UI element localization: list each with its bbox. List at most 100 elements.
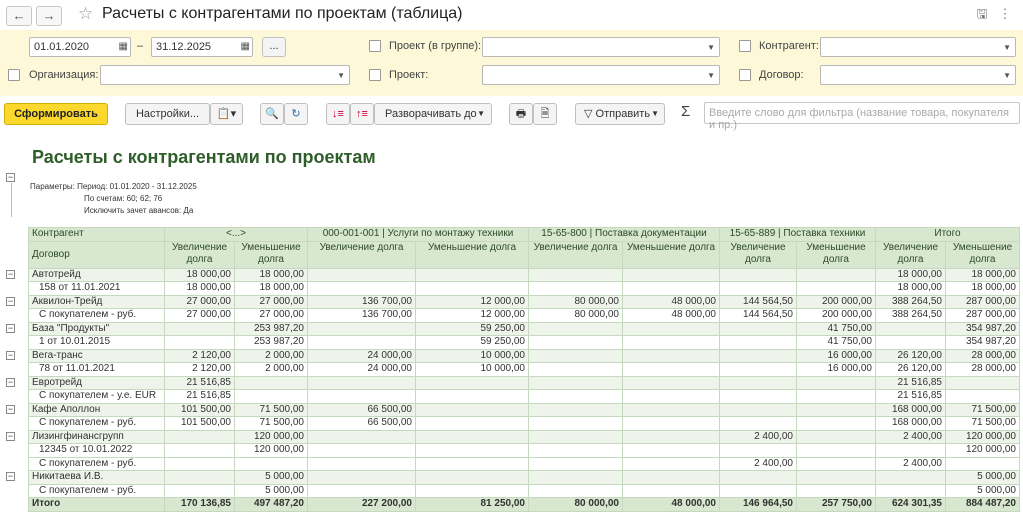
contract-checkbox[interactable] <box>739 69 751 81</box>
value-cell: 16 000,00 <box>796 362 876 377</box>
send-button[interactable]: ▽ Отправить ▼ <box>575 103 665 125</box>
value-cell <box>307 389 416 404</box>
param-line: Параметры: Период: 01.01.2020 - 31.12.20… <box>30 182 197 191</box>
total-cell: 81 250,00 <box>415 497 529 512</box>
search-next-button[interactable]: ↻ <box>284 103 308 125</box>
value-cell: 48 000,00 <box>622 308 720 323</box>
counterparty-checkbox[interactable] <box>739 40 751 52</box>
sort-asc-button[interactable]: ↓≡ <box>326 103 350 125</box>
collapse-group-icon[interactable]: − <box>6 297 15 306</box>
chevron-down-icon: ▼ <box>337 71 345 80</box>
collapse-group-icon[interactable]: − <box>6 405 15 414</box>
value-cell: 24 000,00 <box>307 348 416 363</box>
forward-button[interactable]: → <box>36 6 62 26</box>
contract-row[interactable]: С покупателем - у.е. EUR 21 516,85 21 516,… <box>28 389 1020 404</box>
row-label: База "Продукты" <box>28 321 165 336</box>
search-button[interactable]: 🔍 <box>260 103 284 125</box>
period-select-button[interactable]: ... <box>262 37 286 57</box>
column-header: Уменьшение долга <box>796 240 876 269</box>
row-label: 1 от 10.01.2015 <box>28 335 165 350</box>
calendar-icon[interactable]: ▦ <box>241 40 250 54</box>
value-cell <box>415 267 529 282</box>
save-icon[interactable]: 🖫 <box>975 7 989 21</box>
value-cell <box>415 456 529 471</box>
contract-row[interactable]: 1 от 10.01.2015 253 987,20 59 250,00 41 750… <box>28 335 1020 350</box>
sort-desc-button[interactable]: ↑≡ <box>350 103 374 125</box>
value-cell <box>622 443 720 458</box>
favorite-star-icon[interactable]: ☆ <box>78 4 93 24</box>
back-button[interactable]: ← <box>6 6 32 26</box>
value-cell: 24 000,00 <box>307 362 416 377</box>
project-checkbox[interactable] <box>369 69 381 81</box>
variants-button[interactable]: 📋▾ <box>210 103 243 125</box>
contract-row[interactable]: С покупателем - руб. 2 400,00 2 400,00 <box>28 456 1020 471</box>
window-title: Расчеты с контрагентами по проектам (таб… <box>102 5 463 22</box>
counterparty-row[interactable]: Лизингфинансгрупп 120 000,00 2 400,00 2 400… <box>28 429 1020 444</box>
value-cell <box>528 416 623 431</box>
contract-row[interactable]: 12345 от 10.01.2022 120 000,00 120 000,00 <box>28 443 1020 458</box>
value-cell <box>796 456 876 471</box>
value-cell <box>796 389 876 404</box>
collapse-group-icon[interactable]: − <box>6 351 15 360</box>
contract-row[interactable]: С покупателем - руб. 101 500,00 71 500,00 6… <box>28 416 1020 431</box>
expand-to-button[interactable]: Разворачивать до ▼ <box>374 103 492 125</box>
contract-row[interactable]: С покупателем - руб. 5 000,00 5 000,00 <box>28 483 1020 498</box>
report-title: Расчеты с контрагентами по проектам <box>32 147 376 167</box>
preview-button[interactable]: 🗎 <box>533 103 557 125</box>
collapse-group-icon[interactable]: − <box>6 378 15 387</box>
counterparty-row[interactable]: Аквилон-Трейд 27 000,00 27 000,00 136 700,0… <box>28 294 1020 309</box>
contract-select[interactable]: ▼ <box>820 65 1016 85</box>
print-button[interactable]: 🖶 <box>509 103 533 125</box>
value-cell <box>945 375 1020 390</box>
project-group-select[interactable]: ▼ <box>482 37 720 57</box>
group-line <box>11 183 12 217</box>
row-label: Кафе Аполлон <box>28 402 165 417</box>
search-next-icon: ↻ <box>291 108 301 120</box>
contract-row[interactable]: С покупателем - руб. 27 000,00 27 000,00 13… <box>28 308 1020 323</box>
param-line: Исключить зачет авансов: Да <box>84 206 194 215</box>
counterparty-select[interactable]: ▼ <box>820 37 1016 57</box>
counterparty-row[interactable]: Никитаева И.В. 5 000,00 5 000,00 <box>28 470 1020 485</box>
filter-input[interactable]: Введите слово для фильтра (название това… <box>704 102 1020 131</box>
settings-button[interactable]: Настройки... <box>125 103 210 125</box>
value-cell <box>719 470 797 485</box>
calendar-icon[interactable]: ▦ <box>119 40 128 54</box>
org-checkbox[interactable] <box>8 69 20 81</box>
collapse-group-icon[interactable]: − <box>6 472 15 481</box>
sort-icon: ↑≡ <box>356 108 368 120</box>
value-cell <box>307 443 416 458</box>
value-cell: 18 000,00 <box>164 267 235 282</box>
counterparty-row[interactable]: Вега-транс 2 120,00 2 000,00 24 000,00 10 00… <box>28 348 1020 363</box>
project-select[interactable]: ▼ <box>482 65 720 85</box>
counterparty-row[interactable]: Кафе Аполлон 101 500,00 71 500,00 66 500,00… <box>28 402 1020 417</box>
value-cell <box>622 321 720 336</box>
counterparty-row[interactable]: Автотрейд 18 000,00 18 000,00 18 000,00 18 0… <box>28 267 1020 282</box>
column-group-header: 000-001-001 | Услуги по монтажу техники <box>307 227 529 242</box>
counterparty-label: Контрагент: <box>759 40 819 52</box>
column-group-header: <...> <box>164 227 308 242</box>
value-cell: 71 500,00 <box>234 416 308 431</box>
date-to-field[interactable]: 31.12.2025 ▦ <box>151 37 253 57</box>
counterparty-row[interactable]: База "Продукты" 253 987,20 59 250,00 41 750… <box>28 321 1020 336</box>
value-cell <box>415 483 529 498</box>
value-cell: 21 516,85 <box>164 389 235 404</box>
collapse-group-icon[interactable]: − <box>6 324 15 333</box>
org-select[interactable]: ▼ <box>100 65 350 85</box>
contract-row[interactable]: 78 от 11.01.2021 2 120,00 2 000,00 24 000,0… <box>28 362 1020 377</box>
value-cell: 120 000,00 <box>234 429 308 444</box>
sum-icon[interactable]: Σ <box>681 103 690 120</box>
generate-button[interactable]: Сформировать <box>4 103 108 125</box>
collapse-group-icon[interactable]: − <box>6 432 15 441</box>
date-from-field[interactable]: 01.01.2020 ▦ <box>29 37 131 57</box>
column-header: Уменьшение долга <box>945 240 1020 269</box>
param-line: По счетам: 60; 62; 76 <box>84 194 163 203</box>
more-menu-icon[interactable]: ⋮ <box>998 7 1012 21</box>
value-cell: 287 000,00 <box>945 308 1020 323</box>
counterparty-row[interactable]: Евротрейд 21 516,85 21 516,85 <box>28 375 1020 390</box>
value-cell <box>875 335 946 350</box>
value-cell: 18 000,00 <box>234 281 308 296</box>
project-group-checkbox[interactable] <box>369 40 381 52</box>
contract-row[interactable]: 158 от 11.01.2021 18 000,00 18 000,00 18 00… <box>28 281 1020 296</box>
collapse-group-icon[interactable]: − <box>6 270 15 279</box>
collapse-header-icon[interactable]: − <box>6 173 15 182</box>
